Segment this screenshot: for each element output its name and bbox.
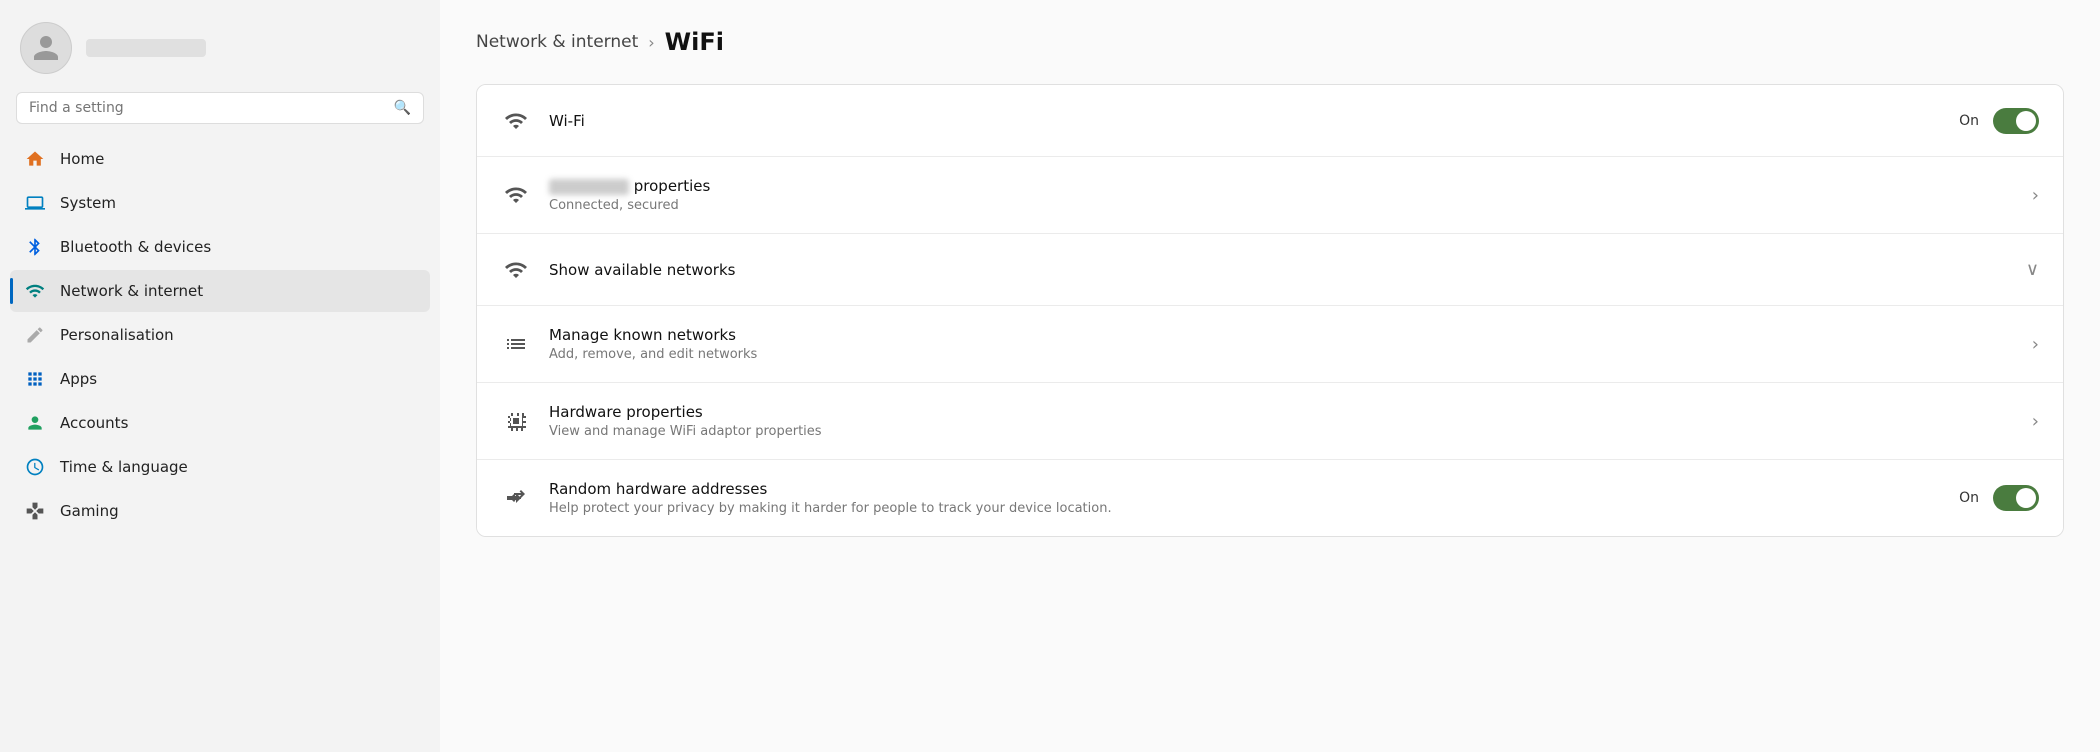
wifi-row-text: Wi-Fi [549, 112, 1941, 130]
random-hw-on-label: On [1959, 490, 1979, 506]
search-icon: 🔍 [394, 100, 411, 116]
random-hw-title: Random hardware addresses [549, 480, 1941, 498]
settings-list: Wi-Fi On properties Connected, secured › [476, 84, 2064, 537]
breadcrumb-separator: › [648, 33, 654, 52]
manage-networks-chevron-right: › [2032, 334, 2039, 355]
home-icon [24, 148, 46, 170]
sidebar-label-system: System [60, 194, 116, 212]
properties-row-right: › [2032, 185, 2039, 206]
hardware-row-text: Hardware properties View and manage WiFi… [549, 403, 2014, 439]
sidebar-item-network[interactable]: Network & internet [10, 270, 430, 312]
settings-row-random-hw[interactable]: Random hardware addresses Help protect y… [477, 460, 2063, 536]
accounts-icon [24, 412, 46, 434]
sidebar-label-personalisation: Personalisation [60, 326, 174, 344]
sidebar: 🔍 Home System Bluetooth & devices [0, 0, 440, 752]
breadcrumb-current: WiFi [665, 28, 724, 56]
manage-networks-row-text: Manage known networks Add, remove, and e… [549, 326, 2014, 362]
avatar [20, 22, 72, 74]
hardware-chevron-right: › [2032, 411, 2039, 432]
random-hw-row-right: On [1959, 485, 2039, 511]
show-networks-chevron-down: ∨ [2026, 259, 2039, 280]
properties-row-text: properties Connected, secured [549, 177, 2014, 213]
sidebar-label-bluetooth: Bluetooth & devices [60, 238, 211, 256]
properties-subtitle: Connected, secured [549, 198, 2014, 213]
chip-icon [501, 406, 531, 436]
hardware-row-right: › [2032, 411, 2039, 432]
wifi-row-right: On [1959, 108, 2039, 134]
network-icon [24, 280, 46, 302]
random-icon [501, 483, 531, 513]
sidebar-item-system[interactable]: System [10, 182, 430, 224]
show-networks-row-right: ∨ [2026, 259, 2039, 280]
ssid-blurred [549, 179, 629, 195]
hardware-title: Hardware properties [549, 403, 2014, 421]
settings-row-show-networks[interactable]: Show available networks ∨ [477, 234, 2063, 306]
gaming-icon [24, 500, 46, 522]
wifi-icon [501, 106, 531, 136]
settings-row-hardware[interactable]: Hardware properties View and manage WiFi… [477, 383, 2063, 460]
manage-networks-row-right: › [2032, 334, 2039, 355]
wifi-toggle[interactable] [1993, 108, 2039, 134]
sidebar-label-home: Home [60, 150, 104, 168]
time-icon [24, 456, 46, 478]
wifi-on-label: On [1959, 113, 1979, 129]
random-hw-row-text: Random hardware addresses Help protect y… [549, 480, 1941, 516]
sidebar-label-accounts: Accounts [60, 414, 128, 432]
show-networks-title: Show available networks [549, 261, 2008, 279]
settings-row-properties[interactable]: properties Connected, secured › [477, 157, 2063, 234]
search-input[interactable] [29, 100, 386, 116]
sidebar-label-apps: Apps [60, 370, 97, 388]
settings-row-wifi[interactable]: Wi-Fi On [477, 85, 2063, 157]
properties-title: properties [549, 177, 2014, 195]
wifi-list-icon [501, 255, 531, 285]
sidebar-item-personalisation[interactable]: Personalisation [10, 314, 430, 356]
sidebar-item-accounts[interactable]: Accounts [10, 402, 430, 444]
random-hw-toggle[interactable] [1993, 485, 2039, 511]
wifi-title: Wi-Fi [549, 112, 1941, 130]
manage-networks-subtitle: Add, remove, and edit networks [549, 347, 2014, 362]
personalisation-icon [24, 324, 46, 346]
sidebar-label-time: Time & language [60, 458, 188, 476]
manage-networks-title: Manage known networks [549, 326, 2014, 344]
show-networks-row-text: Show available networks [549, 261, 2008, 279]
sidebar-item-apps[interactable]: Apps [10, 358, 430, 400]
username-label [86, 39, 206, 57]
bluetooth-icon [24, 236, 46, 258]
random-hw-subtitle: Help protect your privacy by making it h… [549, 501, 1941, 516]
system-icon [24, 192, 46, 214]
sidebar-item-bluetooth[interactable]: Bluetooth & devices [10, 226, 430, 268]
hardware-subtitle: View and manage WiFi adaptor properties [549, 424, 2014, 439]
sidebar-label-gaming: Gaming [60, 502, 119, 520]
wifi-connected-icon [501, 180, 531, 210]
main-content: Network & internet › WiFi Wi-Fi On [440, 0, 2100, 752]
sidebar-label-network: Network & internet [60, 282, 203, 300]
sidebar-item-time[interactable]: Time & language [10, 446, 430, 488]
sidebar-item-home[interactable]: Home [10, 138, 430, 180]
sidebar-item-gaming[interactable]: Gaming [10, 490, 430, 532]
nav-menu: Home System Bluetooth & devices Network … [0, 134, 440, 536]
user-profile[interactable] [0, 0, 440, 92]
properties-chevron-right: › [2032, 185, 2039, 206]
breadcrumb: Network & internet › WiFi [476, 28, 2064, 56]
breadcrumb-parent: Network & internet [476, 32, 638, 52]
list-icon [501, 329, 531, 359]
search-box[interactable]: 🔍 [16, 92, 424, 124]
settings-row-manage-networks[interactable]: Manage known networks Add, remove, and e… [477, 306, 2063, 383]
apps-icon [24, 368, 46, 390]
